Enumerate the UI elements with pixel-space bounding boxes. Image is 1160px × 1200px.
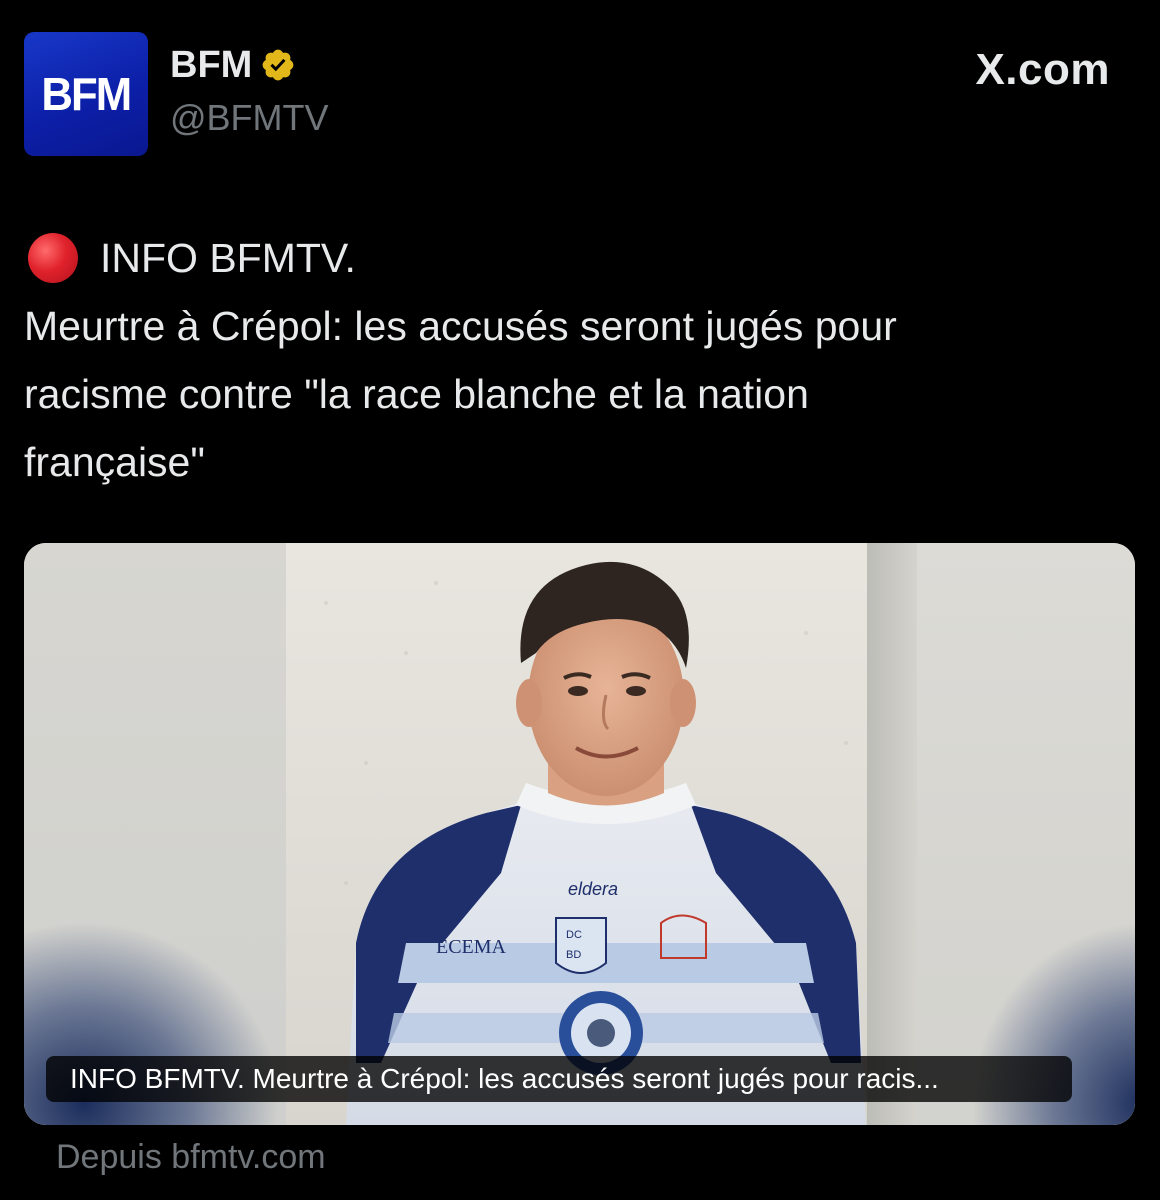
tweet-text: INFO BFMTV. Meurtre à Crépol: les accusé… [24,224,1124,496]
jersey-crest-top: DC [566,929,582,941]
jersey-sponsor-eldera: eldera [568,879,618,899]
card-source-link[interactable]: Depuis bfmtv.com [56,1140,326,1174]
verified-badge-icon [262,49,294,81]
avatar[interactable]: BFM [24,32,148,156]
tweet-line-2: Meurtre à Crépol: les accusés seront jug… [24,303,897,349]
author-handle[interactable]: @BFMTV [170,100,329,136]
red-circle-icon [28,233,78,283]
avatar-logo-text: BFM [41,68,133,120]
tweet-screenshot: BFM BFM @BFMTV X.com INFO BFMTV. Meurtre… [0,0,1160,1200]
jersey-crest-bottom: BD [566,949,581,961]
tweet-line-3: racisme contre "la race blanche et la na… [24,371,809,417]
media-blur-left [24,543,286,1125]
tweet-headline-tag: INFO BFMTV. [100,235,356,281]
link-card-media[interactable]: eldera ECEMA DC BD INFO BFMTV. Meurtre à… [24,543,1135,1125]
display-name[interactable]: BFM [170,46,252,84]
tweet-line-4: française" [24,439,205,485]
jersey-sponsor-ecema: ECEMA [436,936,507,958]
media-caption[interactable]: INFO BFMTV. Meurtre à Crépol: les accusé… [46,1056,1072,1102]
author-name-row[interactable]: BFM [170,46,296,84]
x-com-logo: X.com [975,45,1110,94]
person-photo-illustration: eldera ECEMA DC BD [286,543,916,1125]
tweet-line-1: INFO BFMTV. [24,224,1124,292]
media-blur-right [915,543,1135,1125]
article-photo: eldera ECEMA DC BD [286,543,916,1125]
photo-frame-edge [867,543,917,1125]
